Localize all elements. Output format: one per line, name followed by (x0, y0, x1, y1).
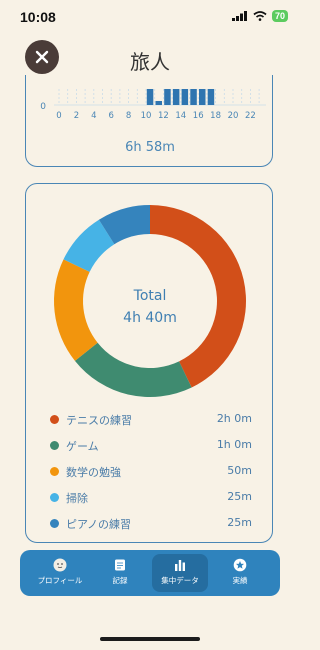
hourly-x-tick: 4 (91, 111, 96, 121)
donut-center-value: 4h 40m (123, 310, 177, 326)
hourly-bar (207, 89, 215, 105)
hourly-chart-card: 0 0 2 4 6 8 10 12 14 16 18 20 22 6h 58m (25, 75, 273, 167)
legend-item: 掃除 25m (26, 488, 274, 508)
tab-achievements[interactable]: 実績 (212, 554, 268, 592)
hourly-x-tick: 6 (108, 111, 113, 121)
tab-achievements-label: 実績 (232, 576, 248, 585)
legend-dot (50, 493, 59, 502)
hourly-x-tick: 20 (228, 111, 239, 121)
tab-profile[interactable]: プロフィール (32, 554, 88, 592)
legend-item: ゲーム 1h 0m (26, 436, 274, 456)
total-duration: 6h 58m (125, 140, 175, 155)
wifi-icon (253, 11, 267, 21)
hourly-x-tick: 8 (126, 111, 131, 121)
donut-slice (54, 259, 98, 361)
legend-label: 数学の勉強 (66, 466, 121, 479)
legend-value: 25m (227, 516, 252, 529)
legend-label: ゲーム (66, 440, 99, 453)
legend-value: 25m (227, 490, 252, 503)
legend-label: ピアノの練習 (66, 518, 132, 531)
donut-center-title: Total (133, 288, 167, 304)
legend-label: テニスの練習 (66, 414, 132, 427)
hourly-bar (199, 89, 206, 105)
record-icon (115, 559, 125, 571)
legend-value: 50m (227, 464, 252, 477)
tab-focus-data-label: 集中データ (161, 576, 199, 585)
legend-dot (50, 415, 59, 424)
tab-record-label: 記録 (112, 576, 128, 585)
hourly-x-tick: 12 (158, 111, 169, 121)
legend-label: 掃除 (66, 492, 88, 505)
hourly-bar (146, 89, 154, 105)
legend-item: テニスの練習 2h 0m (26, 410, 274, 430)
status-icons: 70 (231, 10, 288, 22)
hourly-x-tick: 18 (210, 111, 221, 121)
legend-value: 2h 0m (216, 412, 252, 425)
tab-bar: プロフィール 記録 集中データ 実績 (20, 550, 280, 596)
legend-item: 数学の勉強 50m (26, 462, 274, 482)
tab-profile-label: プロフィール (37, 576, 83, 585)
legend-value: 1h 0m (216, 438, 252, 451)
donut-slice (74, 342, 192, 397)
hourly-bar (155, 101, 162, 105)
bar-chart-icon (175, 560, 185, 571)
legend-dot (50, 467, 59, 476)
profile-icon (53, 558, 67, 572)
hourly-x-tick: 14 (175, 111, 186, 121)
hourly-x-tick: 16 (193, 111, 204, 121)
legend-dot (50, 441, 59, 450)
hourly-x-tick: 22 (245, 111, 256, 121)
home-indicator (100, 637, 200, 641)
tab-focus-data[interactable]: 集中データ (152, 554, 208, 592)
status-bar: 10:08 70 (0, 0, 300, 34)
hourly-x-tick: 0 (56, 111, 61, 121)
tab-record[interactable]: 記録 (92, 554, 148, 592)
hourly-bar (164, 89, 171, 105)
y-axis-zero-label: 0 (40, 102, 46, 112)
status-time: 10:08 (20, 9, 56, 25)
focus-breakdown-card: Total 4h 40m テニスの練習 2h 0m ゲーム 1h 0m 数学の勉強 50m… (25, 183, 273, 543)
hourly-bar-chart: 0 0 2 4 6 8 10 12 14 16 18 20 22 (40, 89, 266, 121)
donut-chart: Total 4h 40m (54, 205, 247, 397)
hourly-bar (172, 89, 180, 105)
hourly-bar (181, 89, 189, 105)
signal-icon (231, 11, 247, 21)
legend-item: ピアノの練習 25m (26, 514, 274, 534)
achievement-icon (233, 558, 247, 572)
page-title: 旅人 (130, 50, 170, 74)
hourly-x-tick: 2 (74, 111, 79, 121)
legend-dot (50, 519, 59, 528)
battery-indicator: 70 (271, 10, 288, 22)
hourly-x-tick: 10 (141, 111, 152, 121)
hourly-bar (190, 89, 197, 105)
